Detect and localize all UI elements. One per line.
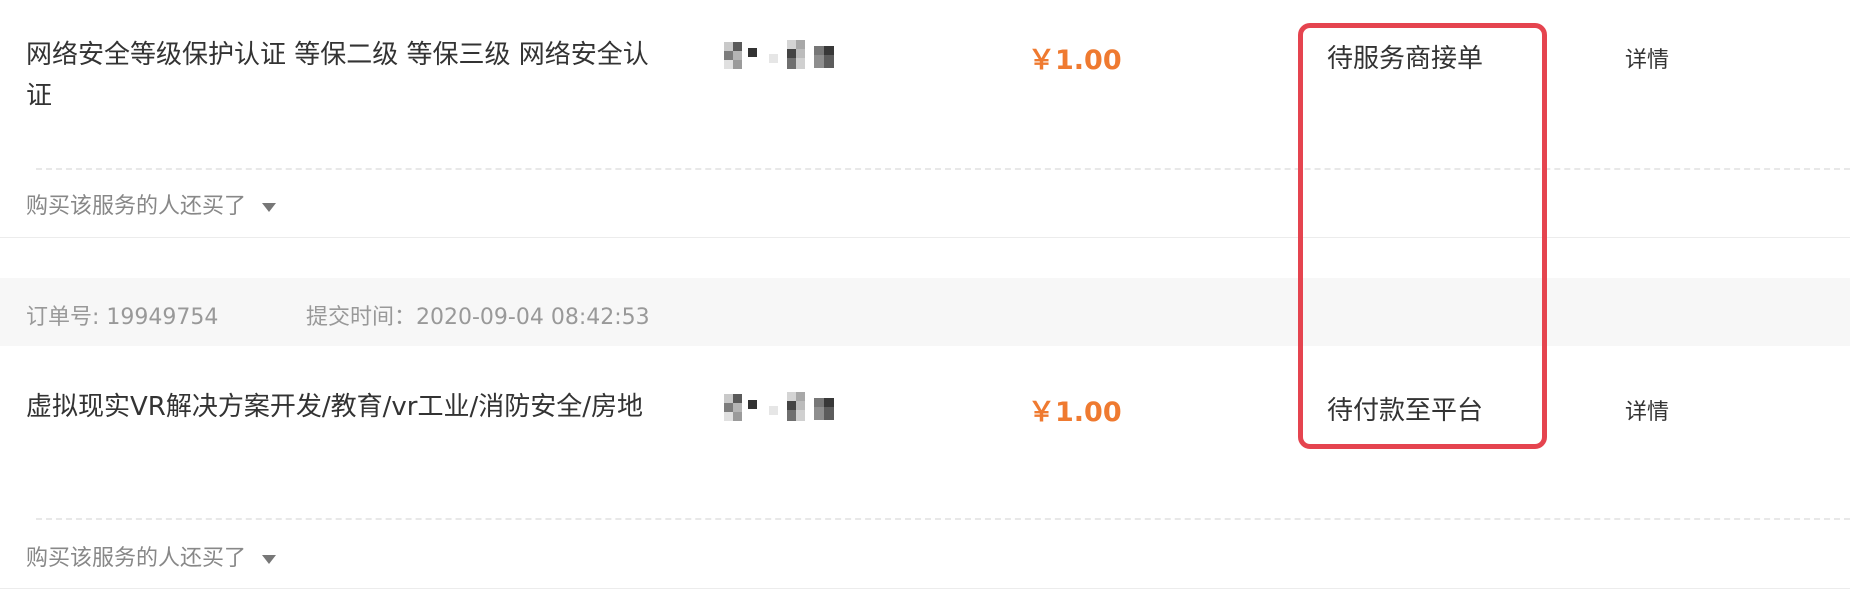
seller-name-pixelated — [724, 40, 839, 70]
status-highlight-box — [1298, 23, 1547, 449]
also-bought-label: 购买该服务的人还买了 — [26, 546, 247, 571]
order-number: 订单号: 19949754 — [26, 305, 219, 330]
also-bought-toggle[interactable]: 购买该服务的人还买了 — [26, 540, 277, 572]
dashed-divider — [36, 168, 1850, 170]
also-bought-toggle[interactable]: 购买该服务的人还买了 — [26, 188, 277, 220]
caret-down-icon — [262, 202, 277, 212]
caret-down-icon — [262, 554, 277, 564]
price: ￥1.00 — [1028, 45, 1122, 76]
order-row-2: 虚拟现实VR解决方案开发/教育/vr工业/消防安全/房地 ￥1.00 待付款至平… — [0, 346, 1850, 596]
order-row-1: 网络安全等级保护认证 等保二级 等保三级 网络安全认证 ￥1.00 待服务商接单… — [0, 0, 1850, 240]
service-name[interactable]: 网络安全等级保护认证 等保二级 等保三级 网络安全认证 — [26, 35, 666, 117]
detail-link[interactable]: 详情 — [1625, 42, 1669, 74]
detail-link[interactable]: 详情 — [1625, 394, 1669, 426]
order-header: 订单号: 19949754 提交时间：2020-09-04 08:42:53 — [0, 278, 1850, 346]
seller-name-pixelated — [724, 392, 839, 422]
dashed-divider — [36, 518, 1850, 520]
row-divider — [0, 237, 1850, 238]
row-divider — [0, 588, 1850, 589]
also-bought-label: 购买该服务的人还买了 — [26, 194, 247, 219]
price: ￥1.00 — [1028, 397, 1122, 428]
service-name[interactable]: 虚拟现实VR解决方案开发/教育/vr工业/消防安全/房地 — [26, 387, 666, 428]
submit-time: 提交时间：2020-09-04 08:42:53 — [306, 305, 650, 330]
